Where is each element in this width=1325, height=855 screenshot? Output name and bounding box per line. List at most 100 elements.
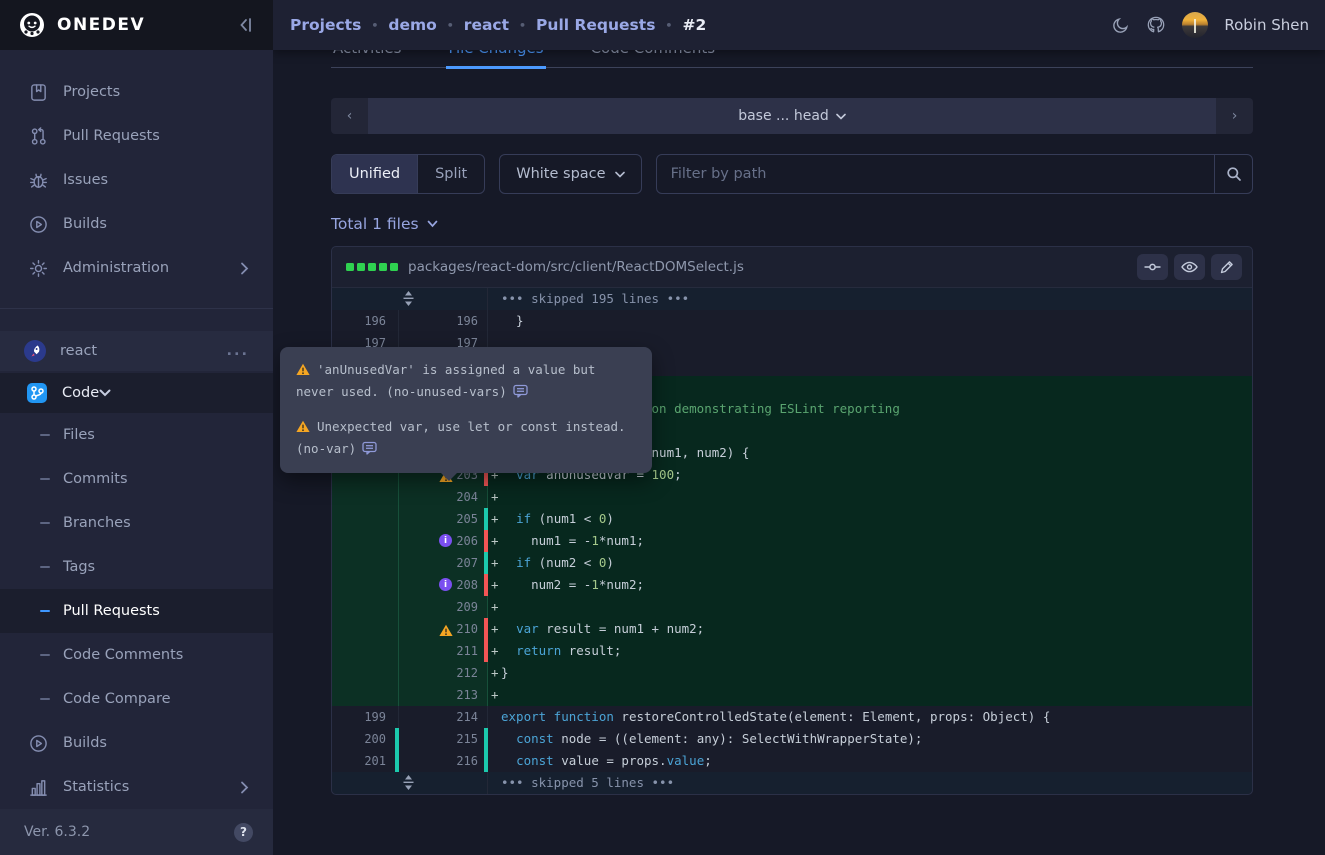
project-more-icon[interactable]: ... (226, 343, 249, 359)
view-file-button[interactable] (1174, 254, 1205, 280)
edit-file-button[interactable] (1211, 254, 1242, 280)
old-line-number[interactable]: 201 (332, 750, 399, 772)
file-diff-panel: packages/react-dom/src/client/ReactDOMSe… (331, 246, 1253, 795)
info-icon[interactable]: i (439, 534, 453, 548)
new-line-number[interactable]: 211 (399, 640, 488, 662)
change-block (368, 263, 376, 271)
sidebar-project-react[interactable]: react ... (0, 331, 273, 371)
sidebar-item-code[interactable]: Code (0, 373, 273, 413)
old-line-number[interactable] (332, 574, 399, 596)
new-line-number[interactable]: 205 (399, 508, 488, 530)
sidebar-subitem-commits[interactable]: Commits (0, 457, 273, 501)
old-line-number[interactable] (332, 662, 399, 684)
change-block (357, 263, 365, 271)
add-comment-icon[interactable] (362, 441, 377, 461)
old-line-number[interactable] (332, 486, 399, 508)
code-line: const value = props.value; (488, 750, 1252, 772)
sidebar-item-issues[interactable]: Issues (0, 158, 273, 202)
sidebar-subitem-branches[interactable]: Branches (0, 501, 273, 545)
old-line-number[interactable] (332, 684, 399, 706)
sidebar-subitem-files[interactable]: Files (0, 413, 273, 457)
old-line-number[interactable] (332, 552, 399, 574)
user-name[interactable]: Robin Shen (1224, 16, 1309, 34)
split-mode-button[interactable]: Split (417, 155, 484, 193)
file-path: packages/react-dom/src/client/ReactDOMSe… (408, 259, 744, 275)
old-line-number[interactable] (332, 618, 399, 640)
expand-lines-button[interactable] (402, 775, 415, 794)
diff-gutter (332, 772, 488, 794)
problem-bar (484, 530, 488, 552)
diff-row-214: 199214export function restoreControlledS… (332, 706, 1252, 728)
breadcrumb-item-demo[interactable]: demo (388, 16, 436, 34)
sidebar-item-builds[interactable]: Builds (0, 721, 273, 765)
warning-icon[interactable] (439, 622, 453, 636)
onedev-logo-icon[interactable] (18, 11, 46, 39)
sidebar-subitem-code-comments[interactable]: Code Comments (0, 633, 273, 677)
revision-range-label: base ... head (738, 108, 829, 124)
main-area: ActivitiesFile ChangesCode Comments ‹ ba… (273, 0, 1325, 855)
new-line-number[interactable]: 210 (399, 618, 488, 640)
new-line-number[interactable]: 215 (399, 728, 488, 750)
sidebar-subitem-pull-requests[interactable]: Pull Requests (0, 589, 273, 633)
code-line: + var result = num1 + num2; (488, 618, 1252, 640)
change-block (346, 263, 354, 271)
sidebar-item-builds[interactable]: Builds (0, 202, 273, 246)
unified-mode-button[interactable]: Unified (332, 155, 417, 193)
item-label: Issues (63, 172, 108, 188)
sidebar-item-pull-requests[interactable]: Pull Requests (0, 114, 273, 158)
sidebar-item-statistics[interactable]: Statistics (0, 765, 273, 809)
old-line-number[interactable]: 196 (332, 310, 399, 332)
info-icon[interactable]: i (439, 578, 453, 592)
total-files-dropdown[interactable]: Total 1 files (331, 215, 438, 233)
search-button[interactable] (1214, 155, 1252, 193)
new-line-number[interactable]: 213 (399, 684, 488, 706)
sidebar-subitem-tags[interactable]: Tags (0, 545, 273, 589)
sidebar-subitem-code-compare[interactable]: Code Compare (0, 677, 273, 721)
old-line-number[interactable]: 199 (332, 706, 399, 728)
caret-down-icon (836, 113, 846, 120)
add-comment-icon[interactable] (513, 384, 528, 404)
breadcrumb-item-projects[interactable]: Projects (290, 16, 361, 34)
diff-sign: + (488, 508, 501, 530)
new-line-number[interactable]: 206i (399, 530, 488, 552)
breadcrumb-item-react[interactable]: react (464, 16, 509, 34)
item-label: Administration (63, 260, 169, 276)
topbar-right: Robin Shen (1112, 12, 1309, 38)
new-line-number[interactable]: 208i (399, 574, 488, 596)
old-line-number[interactable] (332, 640, 399, 662)
user-avatar[interactable] (1182, 12, 1208, 38)
sidebar-item-administration[interactable]: Administration (0, 246, 273, 290)
revision-compare-bar: ‹ base ... head › (331, 98, 1253, 134)
sidebar-collapse-icon[interactable] (237, 16, 255, 34)
diff-row-204: 204+ (332, 486, 1252, 508)
help-icon[interactable]: ? (234, 823, 253, 842)
chevron-down-icon (99, 385, 111, 401)
breadcrumb-item-pull-requests[interactable]: Pull Requests (536, 16, 655, 34)
code-text: var result = num1 + num2; (501, 618, 704, 640)
code-text: num1 = -1*num1; (501, 530, 644, 552)
new-line-number[interactable]: 209 (399, 596, 488, 618)
old-line-number[interactable]: 200 (332, 728, 399, 750)
new-line-number[interactable]: 207 (399, 552, 488, 574)
problem-bar (484, 574, 488, 596)
sidebar-item-projects[interactable]: Projects (0, 70, 273, 114)
commit-icon (1144, 261, 1161, 273)
old-line-number[interactable] (332, 508, 399, 530)
path-filter-input[interactable] (657, 155, 1214, 193)
new-line-number[interactable]: 216 (399, 750, 488, 772)
new-line-number[interactable]: 196 (399, 310, 488, 332)
view-commit-button[interactable] (1137, 254, 1168, 280)
github-link[interactable] (1146, 16, 1166, 35)
diff-row-209: 209+ (332, 596, 1252, 618)
moon-icon (1112, 16, 1130, 34)
next-change-button[interactable]: › (1216, 98, 1253, 134)
new-line-number[interactable]: 212 (399, 662, 488, 684)
whitespace-dropdown[interactable]: White space (499, 154, 641, 194)
dark-mode-toggle[interactable] (1112, 16, 1130, 34)
rocket-icon (24, 340, 46, 362)
prev-change-button[interactable]: ‹ (331, 98, 368, 134)
revision-range-selector[interactable]: base ... head (368, 98, 1216, 134)
new-line-number[interactable]: 214 (399, 706, 488, 728)
old-line-number[interactable] (332, 596, 399, 618)
old-line-number[interactable] (332, 530, 399, 552)
